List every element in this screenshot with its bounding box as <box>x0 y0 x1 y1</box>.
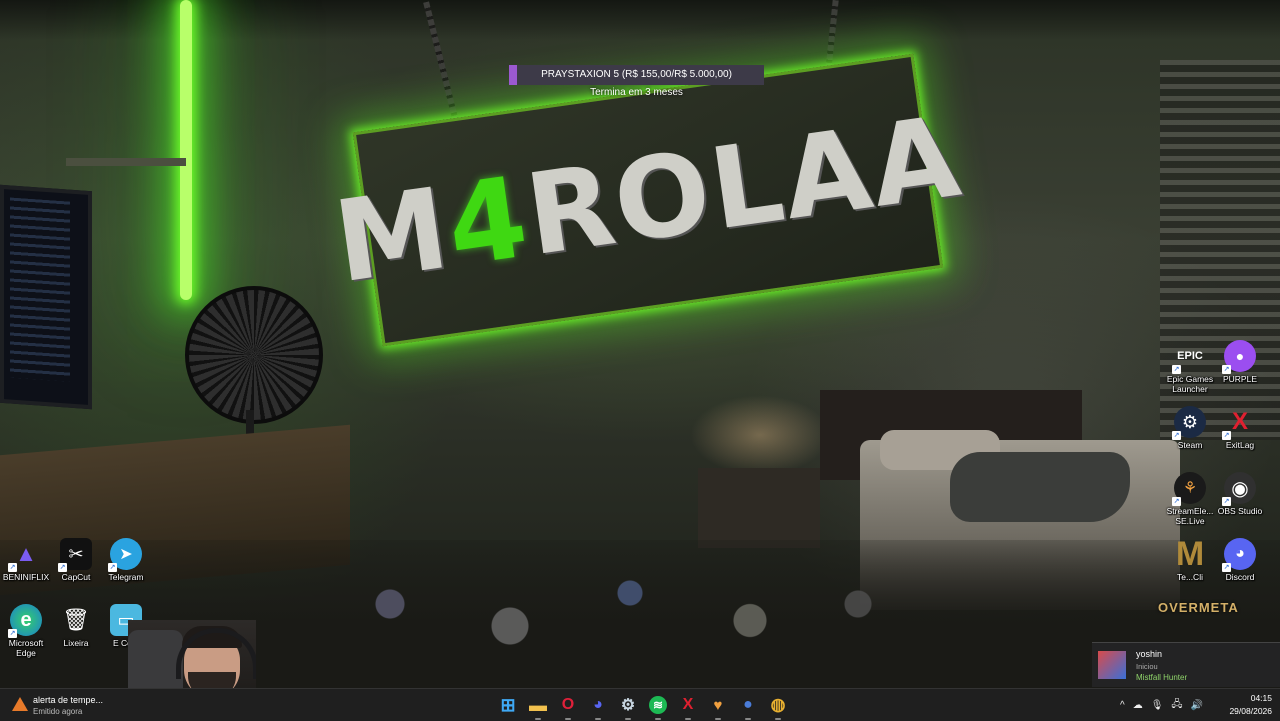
opera-icon: O <box>561 696 575 713</box>
windows-start-icon: ⊞ <box>500 694 516 715</box>
taskbar-start-button[interactable]: ⊞ <box>496 693 520 717</box>
taskbar-exitlag[interactable]: X <box>676 693 700 720</box>
desktop-icon-label: Te...Cli <box>1177 572 1203 582</box>
recycle-bin-icon: 🗑 <box>62 607 90 632</box>
system-tray: ^ ☁ 🎙 🖧 🔊 <box>1120 689 1203 721</box>
clock-date: 29/08/2026 <box>1229 706 1272 716</box>
desktop-icon-label: Discord <box>1225 572 1255 582</box>
taskbar-app[interactable]: ♥ <box>706 693 730 720</box>
desktop-icon-recycle-bin[interactable]: 🗑 Lixeira <box>50 604 102 648</box>
desktop-icon-label: StreamEle... SE.Live <box>1166 506 1214 526</box>
overmeta-overlay-text: OVERMETA <box>1158 600 1239 615</box>
desktop-icon-label: CapCut <box>61 572 91 582</box>
desktop-icon-capcut[interactable]: ✂ ↗ CapCut <box>50 538 102 582</box>
desktop-icon-label: Microsoft Edge <box>8 638 44 658</box>
taskbar-apps: ⊞ ▬ O ◕ ⚙ ≋ X ♥ ● ◍ <box>496 693 790 720</box>
desktop-icon-te-cli[interactable]: M Te...Cli <box>1164 534 1216 583</box>
network-icon[interactable]: 🖧 <box>1171 697 1182 714</box>
desktop-icon-label: Epic Games Launcher <box>1166 374 1214 394</box>
blue-orb-icon: ● <box>743 696 753 713</box>
weather-alert-widget[interactable]: alerta de tempe... Emitido agora <box>8 692 128 718</box>
discord-icon: ◕ <box>593 696 603 713</box>
desktop-icon-microsoft-edge[interactable]: e ↗ Microsoft Edge <box>0 604 52 658</box>
desktop-icon-label: Lixeira <box>63 638 89 648</box>
warning-icon <box>12 697 28 711</box>
edge-icon: e ↗ <box>8 604 42 638</box>
desktop-icon-label: OBS Studio <box>1217 506 1263 516</box>
desktop-icon-steam[interactable]: ⚙ ↗ Steam <box>1164 406 1216 450</box>
taskbar-chrome[interactable]: ◍ <box>766 693 790 720</box>
overmeta-logo-icon: M <box>1175 534 1205 573</box>
nightstand <box>698 468 820 548</box>
discord-icon: ◕ ↗ <box>1222 538 1256 572</box>
steam-icon: ⚙ <box>620 697 636 714</box>
desktop-icon-beniniflix[interactable]: ▲ ↗ BENINIFLIX <box>0 538 52 582</box>
taskbar-file-explorer[interactable]: ▬ <box>526 693 550 720</box>
sign-text: M4ROLAA <box>327 91 969 309</box>
toast-game: Mistfall Hunter <box>1136 673 1188 682</box>
goal-label: PRAYSTAXION 5 (R$ 155,00/R$ 5.000,00) <box>541 69 732 80</box>
volume-icon[interactable]: 🔊 <box>1191 700 1203 711</box>
desktop-icon-label: BENINIFLIX <box>2 572 50 582</box>
desktop-icon-label: PURPLE <box>1222 374 1257 384</box>
streamelements-icon: ⚘ ↗ <box>1172 472 1206 506</box>
floor-trash <box>330 560 930 670</box>
telegram-icon: ➤ ↗ <box>108 538 142 572</box>
taskbar-clock[interactable]: 04:15 29/08/2026 <box>1220 693 1272 716</box>
taskbar-opera[interactable]: O <box>556 693 580 720</box>
microphone-icon[interactable]: 🎙 <box>1151 700 1164 711</box>
clock-time: 04:15 <box>1250 693 1272 703</box>
taskbar-app2[interactable]: ● <box>736 693 760 720</box>
obs-icon: ◉ ↗ <box>1222 472 1256 506</box>
toast-username: yoshin <box>1136 649 1163 659</box>
steam-icon: ⚙ ↗ <box>1172 406 1206 440</box>
app-icon: ♥ <box>713 696 723 714</box>
desktop-icon-discord[interactable]: ◕ ↗ Discord <box>1214 538 1266 582</box>
taskbar: alerta de tempe... Emitido agora ⊞ ▬ O ◕… <box>0 688 1280 721</box>
neon-tube-light <box>180 0 192 300</box>
blanket <box>950 452 1130 522</box>
tray-overflow-chevron-icon[interactable]: ^ <box>1120 700 1125 711</box>
standing-fan <box>185 286 323 424</box>
desktop-icon-obs-studio[interactable]: ◉ ↗ OBS Studio <box>1214 472 1266 516</box>
desktop-icon-epic-games[interactable]: EPIC ↗ Epic Games Launcher <box>1164 340 1216 394</box>
desktop-icon-label: Telegram <box>108 572 144 582</box>
beniniflix-icon: ▲ ↗ <box>8 541 37 572</box>
alert-title: alerta de tempe... <box>33 695 104 705</box>
desktop-icon-purple[interactable]: ● ↗ PURPLE <box>1214 340 1266 384</box>
capcut-icon: ✂ ↗ <box>58 538 92 572</box>
wall-shelf <box>66 158 186 166</box>
desktop-icon-exitlag[interactable]: X ↗ ExitLag <box>1214 406 1266 450</box>
goal-progress-bar: PRAYSTAXION 5 (R$ 155,00/R$ 5.000,00) <box>509 65 764 85</box>
taskbar-spotify[interactable]: ≋ <box>646 693 670 720</box>
epic-games-icon: EPIC ↗ <box>1172 350 1203 374</box>
desktop-wallpaper: M4ROLAA <box>0 0 1280 688</box>
activity-toast[interactable]: yoshin Iniciou Mistfall Hunter <box>1092 642 1280 687</box>
wallpaper-monitor <box>0 184 92 410</box>
chrome-icon: ◍ <box>770 695 786 714</box>
cloud-icon[interactable]: ☁ <box>1133 700 1143 711</box>
avatar <box>1098 651 1126 679</box>
desktop-icon-label: Steam <box>1177 440 1203 450</box>
exitlag-icon: X ↗ <box>1222 408 1248 440</box>
desktop-icon-streamelements[interactable]: ⚘ ↗ StreamEle... SE.Live <box>1164 472 1216 526</box>
desktop-icon-telegram[interactable]: ➤ ↗ Telegram <box>100 538 152 582</box>
desktop-icon-label: ExitLag <box>1225 440 1255 450</box>
taskbar-steam[interactable]: ⚙ <box>616 693 640 720</box>
lamp-glow <box>690 395 830 475</box>
folder-icon: ▬ <box>529 694 547 715</box>
taskbar-discord[interactable]: ◕ <box>586 693 610 720</box>
purple-icon: ● ↗ <box>1222 340 1256 374</box>
goal-subtitle: Termina em 3 meses <box>590 87 683 98</box>
alert-subtitle: Emitido agora <box>33 707 83 716</box>
toast-action: Iniciou <box>1136 662 1158 671</box>
exitlag-icon: X <box>682 696 694 713</box>
spotify-icon: ≋ <box>649 696 667 714</box>
ceiling-shadow <box>0 0 1280 40</box>
